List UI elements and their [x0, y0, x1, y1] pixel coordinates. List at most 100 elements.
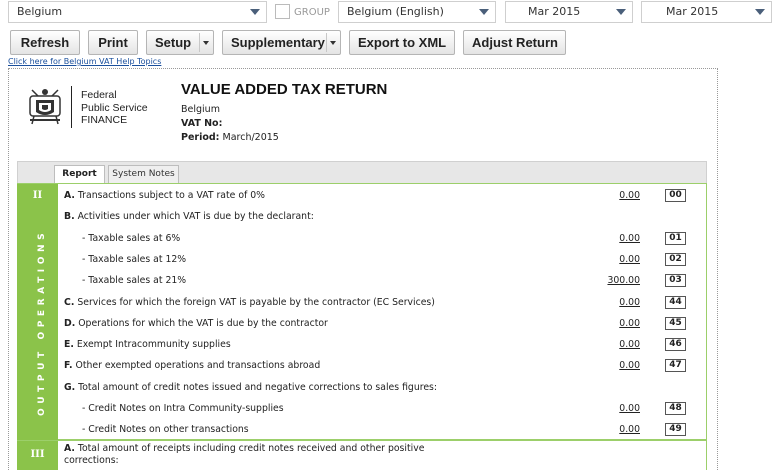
row-text: - Taxable sales at 6% [82, 233, 181, 244]
chevron-down-icon[interactable] [330, 41, 336, 45]
amount-value[interactable]: 0.00 [580, 360, 640, 371]
agency-name: Federal Public Service FINANCE [81, 89, 148, 127]
export-xml-button[interactable]: Export to XML [349, 30, 455, 55]
page-title: VALUE ADDED TAX RETURN [181, 81, 388, 98]
filter-bar: Belgium GROUP Belgium (English) Mar 2015… [0, 0, 780, 26]
split-divider [326, 33, 327, 52]
split-divider [199, 33, 200, 52]
amount-value[interactable]: 0.00 [580, 339, 640, 350]
box-code: 47 [665, 359, 686, 372]
chevron-down-icon [250, 9, 260, 15]
logo-divider [71, 86, 72, 128]
row-prefix: F. [64, 360, 73, 371]
tab-report[interactable]: Report [54, 165, 105, 184]
row-text: Other exempted operations and transactio… [75, 360, 321, 371]
box-code: 49 [665, 423, 686, 436]
amount-value[interactable]: 0.00 [580, 190, 640, 201]
agency-line: Federal [81, 89, 117, 101]
agency-line: FINANCE [81, 114, 128, 126]
box-code: 44 [665, 296, 686, 309]
amount-value[interactable]: 0.00 [580, 297, 640, 308]
row-text: Services for which the foreign VAT is pa… [77, 297, 435, 308]
row-text: - Credit Notes on other transactions [82, 424, 249, 435]
group-checkbox[interactable] [275, 4, 290, 19]
form-row: - Taxable sales at 6% [82, 233, 180, 244]
agency-line: Public Service [81, 101, 148, 114]
supplementary-button-label: Supplementary [231, 35, 325, 50]
row-text: corrections: [64, 455, 119, 466]
amount-value[interactable]: 0.00 [580, 424, 640, 435]
form-row: C. Services for which the foreign VAT is… [64, 297, 435, 308]
row-text: - Credit Notes on Intra Community-suppli… [82, 403, 284, 414]
return-period: Period: March/2015 [181, 132, 279, 143]
period-to-value: Mar 2015 [666, 5, 719, 18]
section-number: II [32, 190, 43, 201]
period-label: Period: [181, 132, 220, 143]
setup-button[interactable]: Setup [146, 30, 214, 55]
chevron-down-icon[interactable] [203, 41, 209, 45]
form-row: A. Transactions subject to a VAT rate of… [64, 190, 265, 201]
form-row: A. Total amount of receipts including cr… [64, 443, 424, 454]
section-vertical-label: OUTPUT OPERATIONS [37, 228, 47, 416]
box-code: 02 [665, 253, 686, 266]
chevron-down-icon [755, 9, 765, 15]
amount-value[interactable]: 0.00 [580, 233, 640, 244]
country-select[interactable]: Belgium [8, 1, 267, 23]
period-value: March/2015 [222, 132, 279, 143]
row-text: Activities under which VAT is due by the… [77, 211, 314, 222]
box-code: 00 [665, 189, 686, 202]
box-code: 45 [665, 317, 686, 330]
chevron-down-icon [616, 9, 626, 15]
row-prefix: A. [64, 443, 75, 454]
period-from-select[interactable]: Mar 2015 [505, 1, 633, 23]
period-to-select[interactable]: Mar 2015 [641, 1, 772, 23]
amount-value[interactable]: 0.00 [580, 403, 640, 414]
row-text: Exempt Intracommunity supplies [76, 339, 231, 350]
form-row: F. Other exempted operations and transac… [64, 360, 320, 371]
period-from-value: Mar 2015 [528, 5, 581, 18]
amount-value[interactable]: 0.00 [580, 318, 640, 329]
row-text: Operations for which the VAT is due by t… [78, 318, 328, 329]
row-prefix: C. [64, 297, 75, 308]
return-country: Belgium [181, 104, 220, 115]
section-number: III [30, 449, 45, 460]
box-code: 03 [665, 274, 686, 287]
form-row: E. Exempt Intracommunity supplies [64, 339, 231, 350]
row-prefix: G. [64, 382, 76, 393]
amount-value[interactable]: 300.00 [580, 275, 640, 286]
group-label: GROUP [294, 7, 330, 18]
row-text: - Taxable sales at 12% [82, 254, 187, 265]
belgium-coat-of-arms-icon [29, 89, 61, 125]
form-row: D. Operations for which the VAT is due b… [64, 318, 328, 329]
box-code: 01 [665, 232, 686, 245]
tab-bar: Report System Notes [17, 161, 707, 184]
form-row-continuation: corrections: [64, 455, 119, 466]
supplementary-button[interactable]: Supplementary [222, 30, 341, 55]
row-prefix: D. [64, 318, 76, 329]
row-text: Total amount of receipts including credi… [77, 443, 425, 454]
form-row: - Credit Notes on Intra Community-suppli… [82, 403, 284, 414]
setup-button-label: Setup [155, 35, 192, 50]
toolbar: Refresh Print Setup Supplementary Export… [0, 30, 780, 56]
amount-value[interactable]: 0.00 [580, 254, 640, 265]
refresh-button[interactable]: Refresh [10, 30, 80, 55]
vat-no-label: VAT No: [181, 118, 223, 129]
form-row: G. Total amount of credit notes issued a… [64, 382, 437, 393]
chevron-down-icon [479, 9, 489, 15]
row-prefix: A. [64, 190, 75, 201]
help-topics-link[interactable]: Click here for Belgium VAT Help Topics [8, 57, 161, 66]
row-text: - Taxable sales at 21% [82, 275, 187, 286]
vat-number: VAT No: [181, 118, 222, 129]
language-select-value: Belgium (English) [347, 5, 444, 18]
box-code: 46 [665, 338, 686, 351]
country-select-value: Belgium [17, 5, 63, 18]
form-row: - Taxable sales at 12% [82, 254, 186, 265]
row-text: Total amount of credit notes issued and … [78, 382, 438, 393]
form-row: - Taxable sales at 21% [82, 275, 186, 286]
language-select[interactable]: Belgium (English) [338, 1, 496, 23]
row-text: Transactions subject to a VAT rate of 0% [77, 190, 265, 201]
print-button[interactable]: Print [88, 30, 138, 55]
tab-system-notes[interactable]: System Notes [108, 165, 179, 184]
adjust-return-button[interactable]: Adjust Return [463, 30, 566, 55]
form-row: - Credit Notes on other transactions [82, 424, 249, 435]
